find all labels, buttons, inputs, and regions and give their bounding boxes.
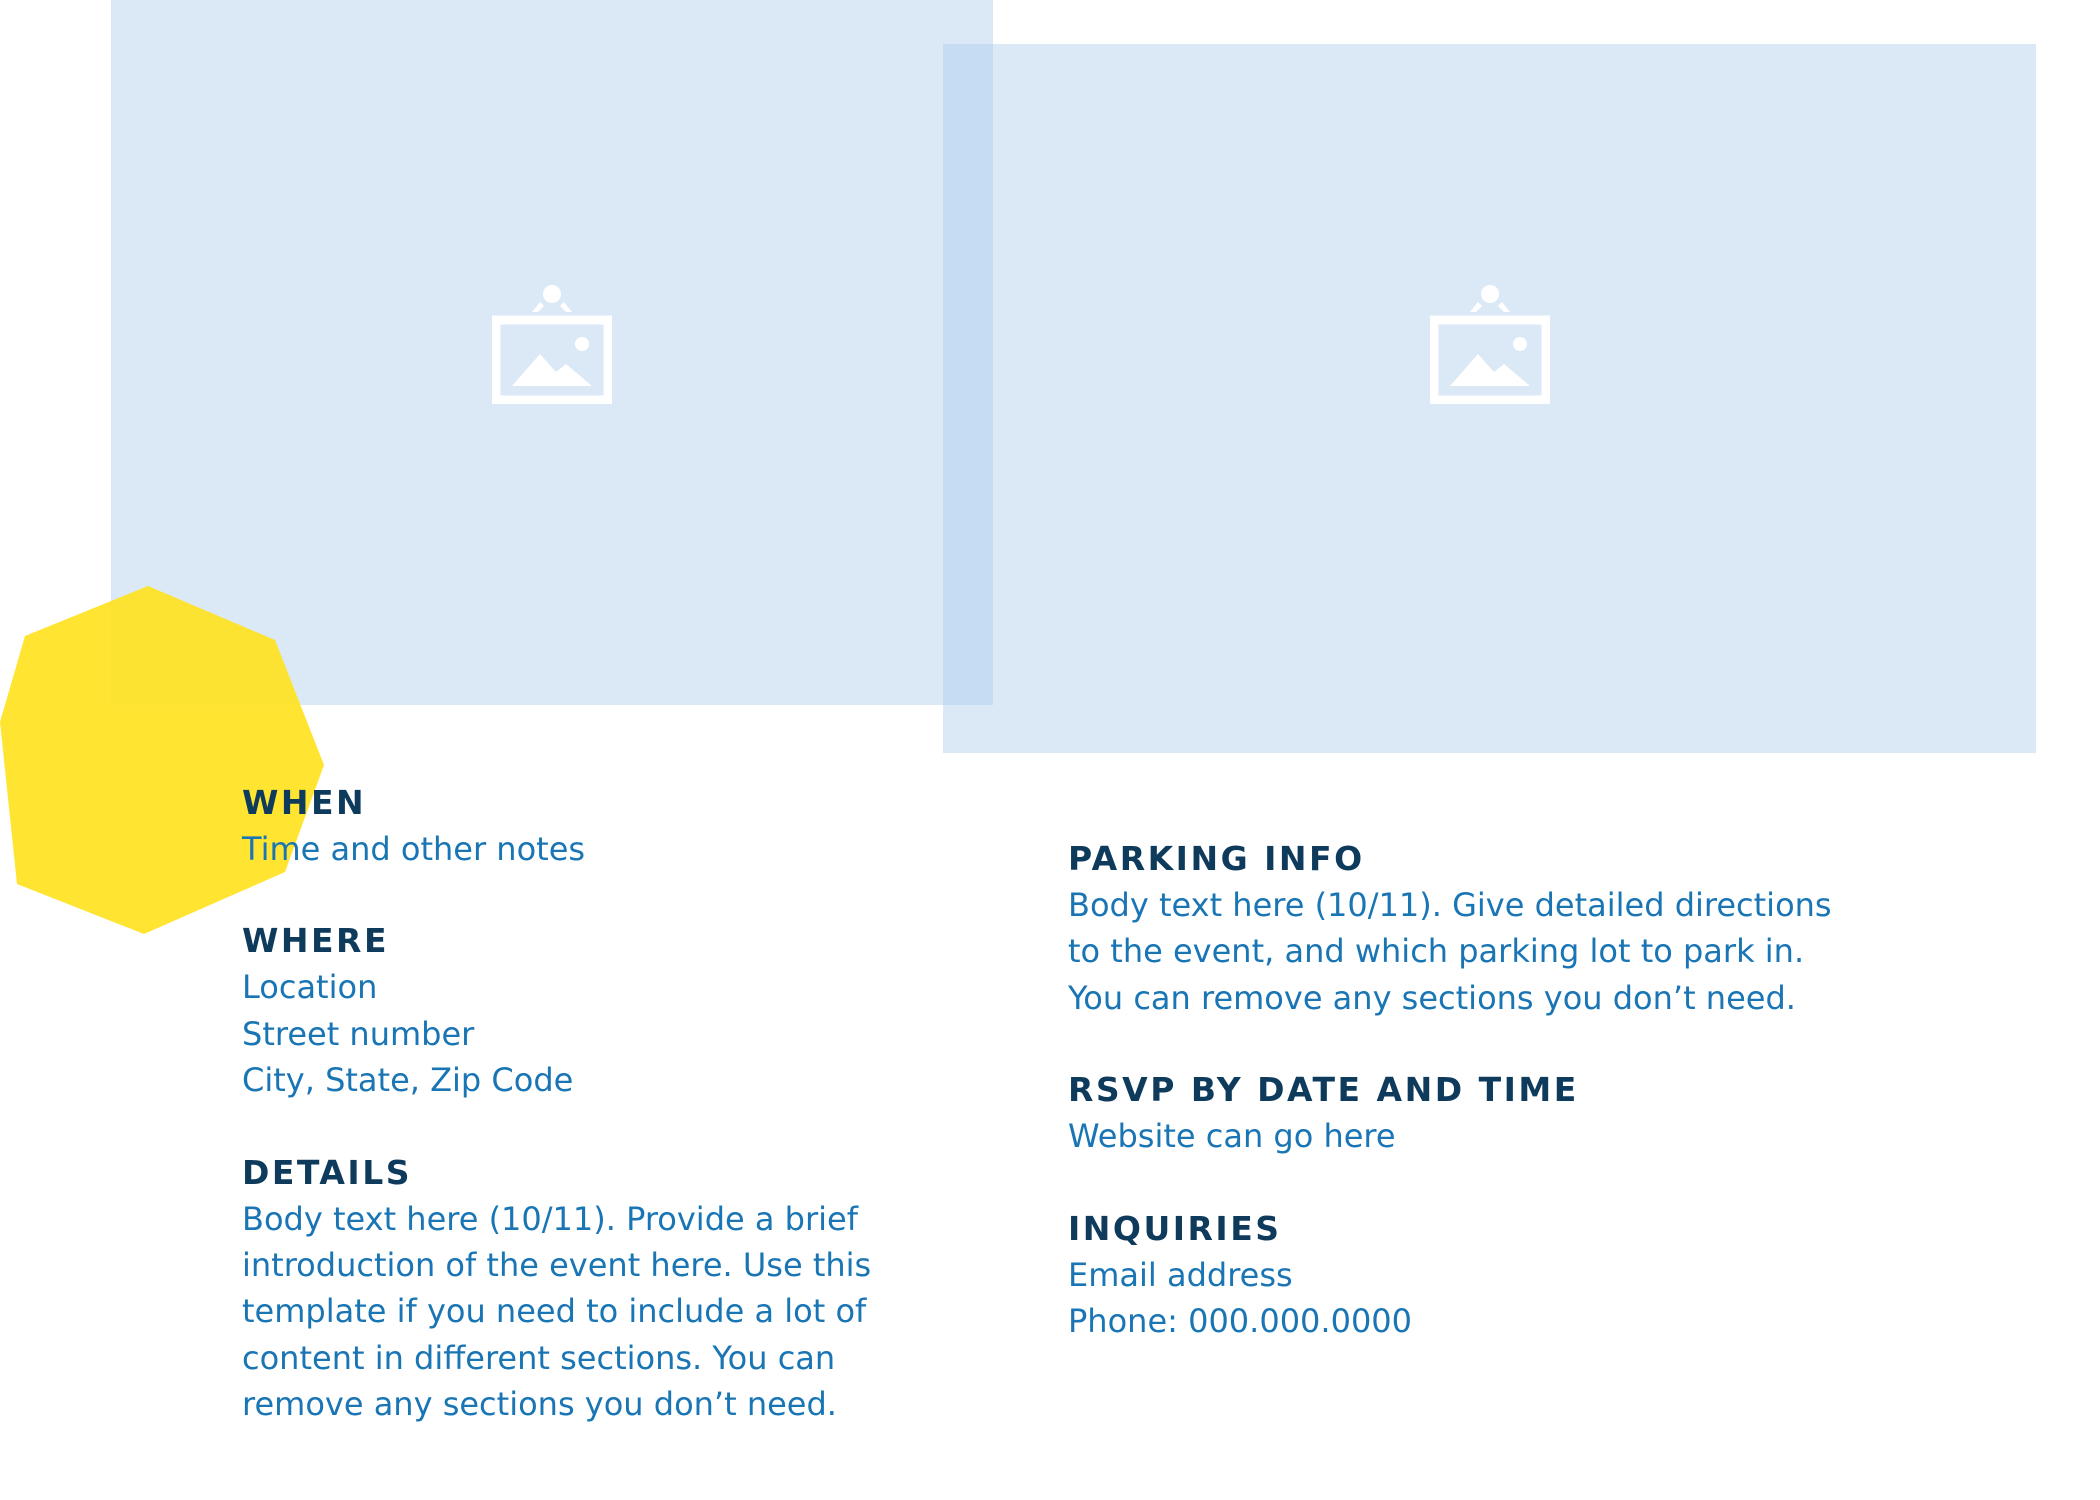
- where-line: Street number: [242, 1014, 475, 1053]
- right-column: PARKING INFO Body text here (10/11). Giv…: [1068, 836, 1948, 1344]
- details-line: template if you need to include a lot of: [242, 1292, 867, 1331]
- details-heading: DETAILS: [242, 1152, 412, 1192]
- parking-line: Body text here (10/11). Give detailed di…: [1068, 886, 1832, 924]
- where-line: City, State, Zip Code: [242, 1061, 574, 1100]
- inquiries-heading: INQUIRIES: [1068, 1208, 1282, 1248]
- rsvp-heading: RSVP BY DATE AND TIME: [1068, 1070, 1579, 1110]
- when-section: WHEN Time and other notes: [242, 780, 962, 872]
- inquiries-line: Email address: [1068, 1255, 1293, 1294]
- details-line: Body text here (10/11). Provide a brief: [242, 1199, 858, 1238]
- parking-line: You can remove any sections you don’t ne…: [1068, 978, 1796, 1017]
- where-line: Location: [242, 968, 378, 1007]
- parking-section: PARKING INFO Body text here (10/11). Giv…: [1068, 836, 1948, 1021]
- details-line: remove any sections you don’t need.: [242, 1385, 837, 1424]
- when-heading: WHEN: [242, 783, 367, 822]
- parking-line: to the event, and which parking lot to p…: [1068, 932, 1805, 971]
- rsvp-line: Website can go here: [1068, 1117, 1396, 1156]
- details-line: introduction of the event here. Use this: [242, 1246, 872, 1285]
- parking-heading: PARKING INFO: [1068, 839, 1365, 878]
- inquiries-line: Phone: 000.000.0000: [1068, 1302, 1413, 1341]
- photo-placeholder-right[interactable]: [943, 44, 2036, 753]
- where-heading: WHERE: [242, 921, 390, 961]
- image-placeholder-icon: [492, 285, 612, 404]
- image-placeholder-icon: [1430, 285, 1550, 404]
- details-line: content in different sections. You can: [242, 1338, 836, 1377]
- inquiries-section: INQUIRIES Email address Phone: 000.000.0…: [1068, 1206, 1948, 1345]
- rsvp-section: RSVP BY DATE AND TIME Website can go her…: [1068, 1067, 1948, 1159]
- where-section: WHERE Location Street number City, State…: [242, 918, 962, 1103]
- left-column: WHEN Time and other notes WHERE Location…: [242, 780, 962, 1428]
- details-section: DETAILS Body text here (10/11). Provide …: [242, 1150, 962, 1428]
- when-line: Time and other notes: [242, 830, 586, 868]
